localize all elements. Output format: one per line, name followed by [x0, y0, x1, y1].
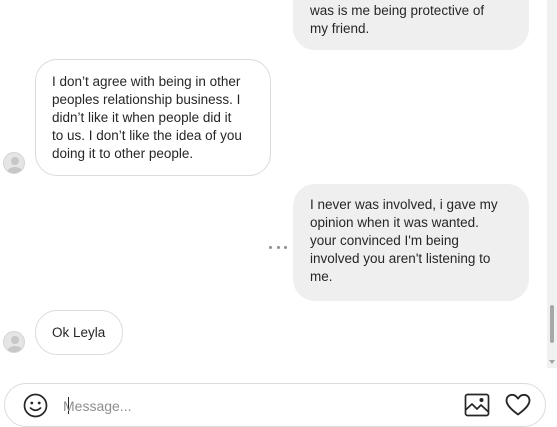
- message-bubble-incoming[interactable]: Ok Leyla: [35, 310, 123, 355]
- avatar[interactable]: [3, 152, 25, 174]
- avatar[interactable]: [3, 331, 25, 353]
- message-thread[interactable]: was is me being protective of my friend.…: [0, 0, 547, 368]
- message-bubble-outgoing[interactable]: I never was involved, i gave my opinion …: [293, 184, 529, 301]
- scrollbar-thumb[interactable]: [550, 305, 554, 343]
- message-composer: [4, 383, 546, 427]
- message-input[interactable]: [63, 396, 443, 416]
- scroll-down-arrow-icon[interactable]: [549, 360, 555, 364]
- more-options-icon[interactable]: [269, 243, 287, 251]
- message-bubble-incoming[interactable]: I don’t agree with being in other people…: [35, 59, 271, 176]
- scrollbar[interactable]: [547, 0, 557, 368]
- message-bubble-outgoing[interactable]: was is me being protective of my friend.: [293, 0, 529, 50]
- smiley-icon[interactable]: [23, 393, 48, 423]
